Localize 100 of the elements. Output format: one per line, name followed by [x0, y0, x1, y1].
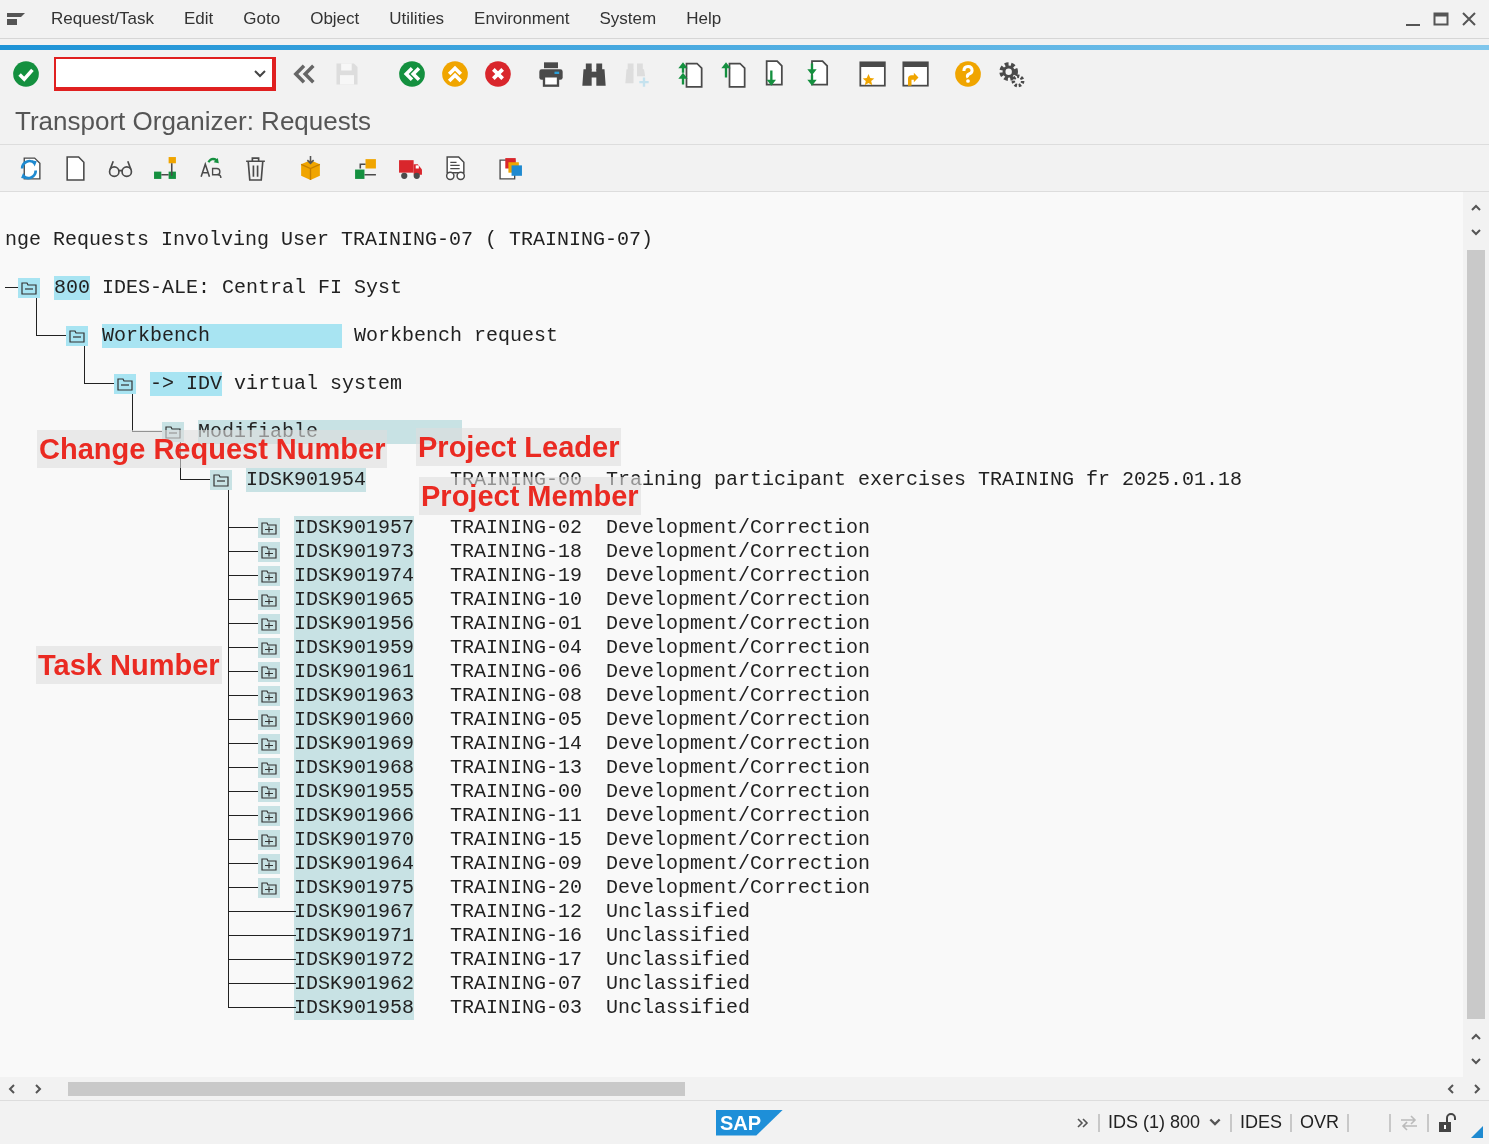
scroll-right-icon[interactable]	[1471, 1082, 1483, 1095]
folder-plus-icon[interactable]	[258, 782, 280, 802]
scroll-right-icon[interactable]	[32, 1082, 44, 1095]
request-description: Development/Correction	[606, 684, 871, 708]
overlapping-squares-icon[interactable]	[498, 155, 523, 181]
system-info[interactable]: IDS (1) 800	[1107, 1112, 1200, 1133]
folder-plus-icon[interactable]	[258, 830, 280, 850]
gear-icon[interactable]	[997, 60, 1025, 88]
request-number[interactable]: IDSK901955	[294, 780, 415, 804]
folder-plus-icon[interactable]	[258, 662, 280, 682]
close-icon[interactable]	[1461, 11, 1477, 27]
hierarchy-icon[interactable]	[153, 155, 178, 181]
back-icon[interactable]	[398, 60, 426, 88]
request-number[interactable]: IDSK901961	[294, 660, 415, 684]
folder-plus-icon[interactable]	[258, 614, 280, 634]
folder-plus-icon[interactable]	[258, 638, 280, 658]
refresh-icon[interactable]	[18, 155, 43, 181]
request-number[interactable]: IDSK901968	[294, 756, 415, 780]
cancel-icon[interactable]	[484, 60, 512, 88]
request-number[interactable]: IDSK901958	[294, 996, 415, 1020]
swap-arrow-icon[interactable]	[198, 155, 223, 181]
document-glasses-icon[interactable]	[443, 155, 468, 181]
folder-plus-icon[interactable]	[258, 758, 280, 778]
folder-plus-icon[interactable]	[258, 542, 280, 562]
owner-name: TRAINING-00	[450, 780, 584, 804]
owner-name: TRAINING-13	[450, 756, 584, 780]
menu-item[interactable]: System	[584, 9, 672, 29]
menu-item[interactable]: Object	[295, 9, 375, 29]
insert-mode[interactable]: OVR	[1300, 1112, 1339, 1133]
menu-item[interactable]: Environment	[459, 9, 585, 29]
server-name: IDES	[1239, 1112, 1282, 1133]
request-number[interactable]: IDSK901974	[294, 564, 415, 588]
scrollbar-thumb[interactable]	[68, 1081, 685, 1096]
document-icon[interactable]	[63, 155, 88, 181]
request-number[interactable]: IDSK901970	[294, 828, 415, 852]
scrollbar-thumb[interactable]	[1467, 250, 1485, 1019]
menu-item[interactable]: Help	[671, 9, 737, 29]
request-number[interactable]: IDSK901962	[294, 972, 415, 996]
folder-plus-icon[interactable]	[258, 590, 280, 610]
request-number[interactable]: IDSK901956	[294, 612, 415, 636]
request-number[interactable]: IDSK901972	[294, 948, 415, 972]
folder-icon[interactable]	[66, 326, 88, 346]
request-number[interactable]: IDSK901971	[294, 924, 415, 948]
request-number[interactable]: 800	[54, 276, 90, 300]
request-number[interactable]: IDSK901966	[294, 804, 415, 828]
scroll-left-icon[interactable]	[1445, 1082, 1457, 1095]
folder-icon[interactable]	[210, 470, 232, 490]
request-number[interactable]: IDSK901965	[294, 588, 415, 612]
folder-plus-icon[interactable]	[258, 518, 280, 538]
check-icon[interactable]	[12, 60, 40, 88]
request-number[interactable]: IDSK901973	[294, 540, 415, 564]
resize-grip-icon[interactable]	[1471, 1126, 1483, 1138]
caret-icon[interactable]	[254, 70, 266, 78]
request-number[interactable]: IDSK901954	[246, 468, 367, 492]
request-description: Development/Correction	[606, 588, 871, 612]
folder-plus-icon[interactable]	[258, 710, 280, 730]
menu-item[interactable]: Request/Task	[36, 9, 169, 29]
folder-plus-icon[interactable]	[258, 734, 280, 754]
owner-name: TRAINING-09	[450, 852, 584, 876]
folder-plus-icon[interactable]	[258, 854, 280, 874]
request-number[interactable]: Workbench	[102, 324, 343, 348]
request-number[interactable]: IDSK901957	[294, 516, 415, 540]
owner-name: TRAINING-19	[450, 564, 584, 588]
request-description: Development/Correction	[606, 516, 871, 540]
request-number[interactable]: -> IDV	[150, 372, 222, 396]
scroll-down-icon[interactable]	[1470, 226, 1482, 238]
request-number[interactable]: IDSK901967	[294, 900, 415, 924]
menu-icon[interactable]	[6, 11, 26, 27]
trash-icon[interactable]	[243, 155, 268, 181]
page-up-arrow-icon[interactable]	[719, 60, 747, 88]
request-description: Development/Correction	[606, 612, 871, 636]
owner-name: TRAINING-15	[450, 828, 584, 852]
request-description: Development/Correction	[606, 804, 871, 828]
printer-icon[interactable]	[537, 60, 565, 88]
annotation-label: Task Number	[36, 646, 222, 684]
expand-icon[interactable]	[1075, 1116, 1090, 1129]
unlocked-padlock-icon[interactable]	[1437, 1112, 1457, 1133]
folder-plus-icon[interactable]	[258, 806, 280, 826]
folder-icon[interactable]	[114, 374, 136, 394]
page-up-arrows-icon[interactable]	[676, 60, 704, 88]
owner-name: TRAINING-06	[450, 660, 584, 684]
maximize-icon[interactable]	[1433, 11, 1449, 27]
scroll-left-icon[interactable]	[6, 1082, 18, 1095]
box-icon[interactable]	[298, 155, 323, 181]
request-number[interactable]: IDSK901959	[294, 636, 415, 660]
scroll-down-icon[interactable]	[1470, 1055, 1482, 1067]
folder-icon[interactable]	[18, 278, 40, 298]
folder-plus-icon[interactable]	[258, 686, 280, 706]
request-number[interactable]: IDSK901960	[294, 708, 415, 732]
command-field[interactable]	[55, 58, 275, 90]
request-number[interactable]: IDSK901964	[294, 852, 415, 876]
folder-plus-icon[interactable]	[258, 566, 280, 586]
owner-name: TRAINING-10	[450, 588, 584, 612]
request-number[interactable]: IDSK901963	[294, 684, 415, 708]
menu-item[interactable]: Edit	[169, 9, 229, 29]
menu-item[interactable]: Goto	[228, 9, 296, 29]
folder-plus-icon[interactable]	[258, 878, 280, 898]
request-number[interactable]: IDSK901975	[294, 876, 415, 900]
request-number[interactable]: IDSK901969	[294, 732, 415, 756]
menu-item[interactable]: Utilities	[374, 9, 460, 29]
